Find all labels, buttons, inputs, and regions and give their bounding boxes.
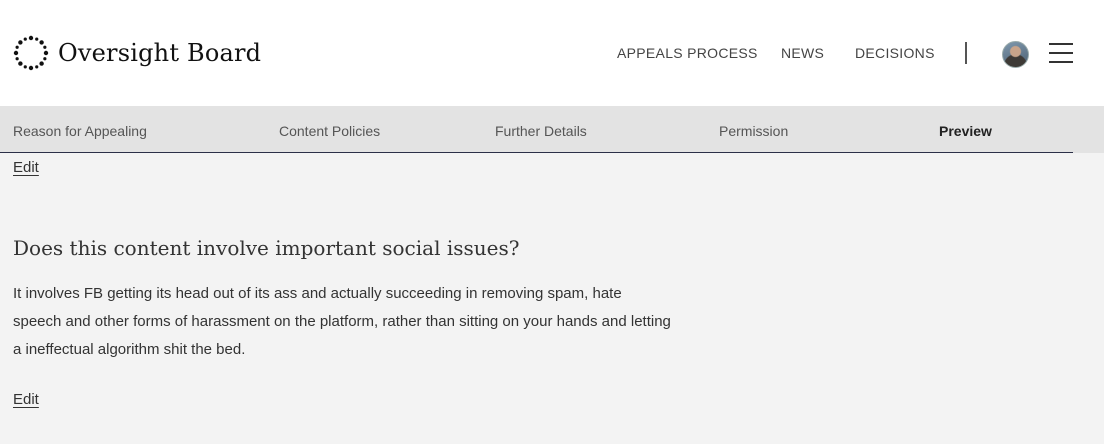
- nav-news[interactable]: NEWS: [781, 45, 824, 61]
- edit-link[interactable]: Edit: [13, 391, 39, 408]
- oversight-logo-icon: [13, 35, 49, 71]
- step-further-details[interactable]: Further Details: [495, 123, 587, 139]
- nav-divider: [965, 42, 967, 64]
- question-heading: Does this content involve important soci…: [13, 236, 520, 260]
- site-header: Oversight Board APPEALS PROCESS NEWS DEC…: [0, 0, 1104, 106]
- step-reason-for-appealing[interactable]: Reason for Appealing: [13, 123, 147, 139]
- step-permission[interactable]: Permission: [719, 123, 788, 139]
- brand-name: Oversight Board: [58, 39, 262, 67]
- edit-link[interactable]: Edit: [13, 159, 39, 176]
- step-preview[interactable]: Preview: [939, 123, 992, 139]
- answer-text: It involves FB getting its head out of i…: [13, 285, 671, 358]
- brand-logo[interactable]: Oversight Board: [12, 34, 261, 72]
- nav-appeals-process[interactable]: APPEALS PROCESS: [617, 45, 758, 61]
- avatar[interactable]: [1002, 41, 1029, 68]
- appeal-steps-bar: Reason for Appealing Content Policies Fu…: [0, 106, 1104, 153]
- nav-decisions[interactable]: DECISIONS: [855, 45, 935, 61]
- step-content-policies[interactable]: Content Policies: [279, 123, 380, 139]
- hamburger-menu-icon[interactable]: [1049, 42, 1073, 64]
- steps-underline: [0, 152, 1073, 153]
